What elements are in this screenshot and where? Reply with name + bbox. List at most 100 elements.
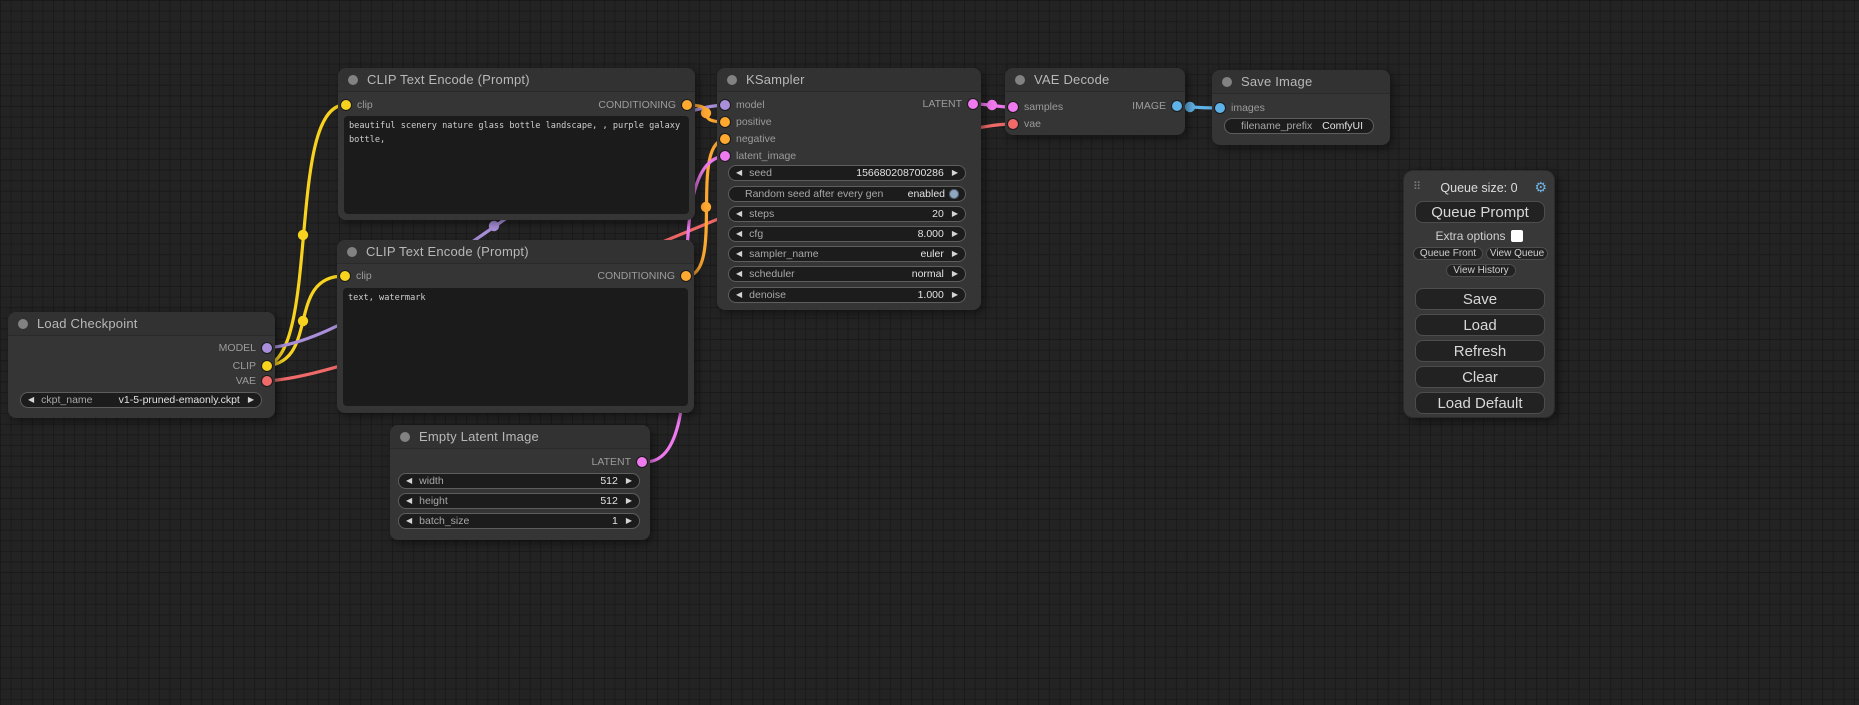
link-center-dot[interactable] xyxy=(701,202,711,212)
widget-label: Random seed after every gen xyxy=(745,188,883,200)
collapse-dot-icon[interactable] xyxy=(1222,77,1232,87)
link-center-dot[interactable] xyxy=(298,316,308,326)
samples-input-port[interactable] xyxy=(1008,102,1018,112)
node-load-checkpoint[interactable]: Load Checkpoint MODEL CLIP VAE ◀ ckpt_na… xyxy=(8,312,275,418)
model-input-port[interactable] xyxy=(720,100,730,110)
extra-options-row: Extra options xyxy=(1404,229,1554,243)
batch-size-widget[interactable]: ◀ batch_size 1 ▶ xyxy=(398,513,640,529)
increment-arrow-icon[interactable]: ▶ xyxy=(952,210,958,218)
steps-widget[interactable]: ◀ steps 20 ▶ xyxy=(728,206,966,222)
increment-arrow-icon[interactable]: ▶ xyxy=(952,270,958,278)
load-button[interactable]: Load xyxy=(1415,314,1545,336)
vae-input-port[interactable] xyxy=(1008,119,1018,129)
random-seed-toggle-widget[interactable]: Random seed after every gen enabled xyxy=(728,186,966,202)
link-center-dot[interactable] xyxy=(298,230,308,240)
increment-arrow-icon[interactable]: ▶ xyxy=(952,250,958,258)
collapse-dot-icon[interactable] xyxy=(18,319,28,329)
sampler-name-widget[interactable]: ◀ sampler_name euler ▶ xyxy=(728,246,966,262)
link-center-dot[interactable] xyxy=(987,100,997,110)
decrement-arrow-icon[interactable]: ◀ xyxy=(28,396,34,404)
view-history-button[interactable]: View History xyxy=(1446,264,1516,277)
collapse-dot-icon[interactable] xyxy=(400,432,410,442)
view-queue-button[interactable]: View Queue xyxy=(1486,247,1548,260)
extra-options-checkbox[interactable] xyxy=(1511,230,1523,242)
image-output-port[interactable] xyxy=(1172,101,1182,111)
negative-prompt-textarea[interactable]: text, watermark xyxy=(343,288,688,406)
node-title: KSampler xyxy=(746,72,805,87)
collapse-dot-icon[interactable] xyxy=(347,247,357,257)
node-title-bar[interactable]: VAE Decode xyxy=(1005,68,1185,92)
increment-arrow-icon[interactable]: ▶ xyxy=(952,169,958,177)
comfy-menu-panel[interactable]: ⠿ Queue size: 0 ⚙ Queue Prompt Extra opt… xyxy=(1403,170,1555,418)
decrement-arrow-icon[interactable]: ◀ xyxy=(736,230,742,238)
link-center-dot[interactable] xyxy=(1185,102,1195,112)
link-center-dot[interactable] xyxy=(489,221,499,231)
decrement-arrow-icon[interactable]: ◀ xyxy=(736,270,742,278)
queue-front-button[interactable]: Queue Front xyxy=(1413,247,1483,260)
port-label: CLIP xyxy=(233,360,256,372)
node-vae-decode[interactable]: VAE Decode samples vae IMAGE xyxy=(1005,68,1185,135)
port-label: CONDITIONING xyxy=(597,270,675,282)
clip-input-port[interactable] xyxy=(341,100,351,110)
increment-arrow-icon[interactable]: ▶ xyxy=(248,396,254,404)
graph-canvas[interactable]: Load Checkpoint MODEL CLIP VAE ◀ ckpt_na… xyxy=(0,0,1859,705)
clear-button[interactable]: Clear xyxy=(1415,366,1545,388)
queue-prompt-button[interactable]: Queue Prompt xyxy=(1415,201,1545,223)
node-title-bar[interactable]: Empty Latent Image xyxy=(390,425,650,449)
denoise-widget[interactable]: ◀ denoise 1.000 ▶ xyxy=(728,287,966,303)
input-samples: samples xyxy=(1008,101,1063,113)
node-clip-text-encode-negative[interactable]: CLIP Text Encode (Prompt) clip CONDITION… xyxy=(337,240,694,413)
seed-widget[interactable]: ◀ seed 156680208700286 ▶ xyxy=(728,165,966,181)
node-title-bar[interactable]: KSampler xyxy=(717,68,981,92)
negative-input-port[interactable] xyxy=(720,134,730,144)
increment-arrow-icon[interactable]: ▶ xyxy=(626,517,632,525)
drag-handle-icon[interactable]: ⠿ xyxy=(1413,180,1420,193)
node-title-bar[interactable]: CLIP Text Encode (Prompt) xyxy=(337,240,694,264)
positive-input-port[interactable] xyxy=(720,117,730,127)
collapse-dot-icon[interactable] xyxy=(1015,75,1025,85)
toggle-dot-icon[interactable] xyxy=(949,189,959,199)
model-output-port[interactable] xyxy=(262,343,272,353)
load-default-button[interactable]: Load Default xyxy=(1415,392,1545,414)
width-widget[interactable]: ◀ width 512 ▶ xyxy=(398,473,640,489)
filename-prefix-widget[interactable]: filename_prefix ComfyUI xyxy=(1224,118,1374,134)
collapse-dot-icon[interactable] xyxy=(348,75,358,85)
node-title-bar[interactable]: Load Checkpoint xyxy=(8,312,275,336)
node-empty-latent-image[interactable]: Empty Latent Image LATENT ◀ width 512 ▶ … xyxy=(390,425,650,540)
clip-input-port[interactable] xyxy=(340,271,350,281)
node-title-bar[interactable]: Save Image xyxy=(1212,70,1390,94)
node-save-image[interactable]: Save Image images filename_prefix ComfyU… xyxy=(1212,70,1390,145)
node-title-bar[interactable]: CLIP Text Encode (Prompt) xyxy=(338,68,695,92)
decrement-arrow-icon[interactable]: ◀ xyxy=(736,169,742,177)
decrement-arrow-icon[interactable]: ◀ xyxy=(736,250,742,258)
decrement-arrow-icon[interactable]: ◀ xyxy=(406,517,412,525)
decrement-arrow-icon[interactable]: ◀ xyxy=(406,477,412,485)
node-clip-text-encode-positive[interactable]: CLIP Text Encode (Prompt) clip CONDITION… xyxy=(338,68,695,220)
latent-output-port[interactable] xyxy=(637,457,647,467)
latent-image-input-port[interactable] xyxy=(720,151,730,161)
node-ksampler[interactable]: KSampler model positive negative latent_… xyxy=(717,68,981,310)
refresh-button[interactable]: Refresh xyxy=(1415,340,1545,362)
settings-gear-icon[interactable]: ⚙ xyxy=(1534,179,1547,195)
cfg-widget[interactable]: ◀ cfg 8.000 ▶ xyxy=(728,226,966,242)
decrement-arrow-icon[interactable]: ◀ xyxy=(736,210,742,218)
ckpt-name-widget[interactable]: ◀ ckpt_name v1-5-pruned-emaonly.ckpt ▶ xyxy=(20,392,262,408)
collapse-dot-icon[interactable] xyxy=(727,75,737,85)
conditioning-output-port[interactable] xyxy=(681,271,691,281)
increment-arrow-icon[interactable]: ▶ xyxy=(626,477,632,485)
decrement-arrow-icon[interactable]: ◀ xyxy=(736,291,742,299)
increment-arrow-icon[interactable]: ▶ xyxy=(952,291,958,299)
save-button[interactable]: Save xyxy=(1415,288,1545,310)
scheduler-widget[interactable]: ◀ scheduler normal ▶ xyxy=(728,266,966,282)
increment-arrow-icon[interactable]: ▶ xyxy=(952,230,958,238)
height-widget[interactable]: ◀ height 512 ▶ xyxy=(398,493,640,509)
images-input-port[interactable] xyxy=(1215,103,1225,113)
decrement-arrow-icon[interactable]: ◀ xyxy=(406,497,412,505)
increment-arrow-icon[interactable]: ▶ xyxy=(626,497,632,505)
clip-output-port[interactable] xyxy=(262,361,272,371)
link-center-dot[interactable] xyxy=(701,108,711,118)
latent-output-port[interactable] xyxy=(968,99,978,109)
positive-prompt-textarea[interactable]: beautiful scenery nature glass bottle la… xyxy=(344,116,689,214)
conditioning-output-port[interactable] xyxy=(682,100,692,110)
vae-output-port[interactable] xyxy=(262,376,272,386)
